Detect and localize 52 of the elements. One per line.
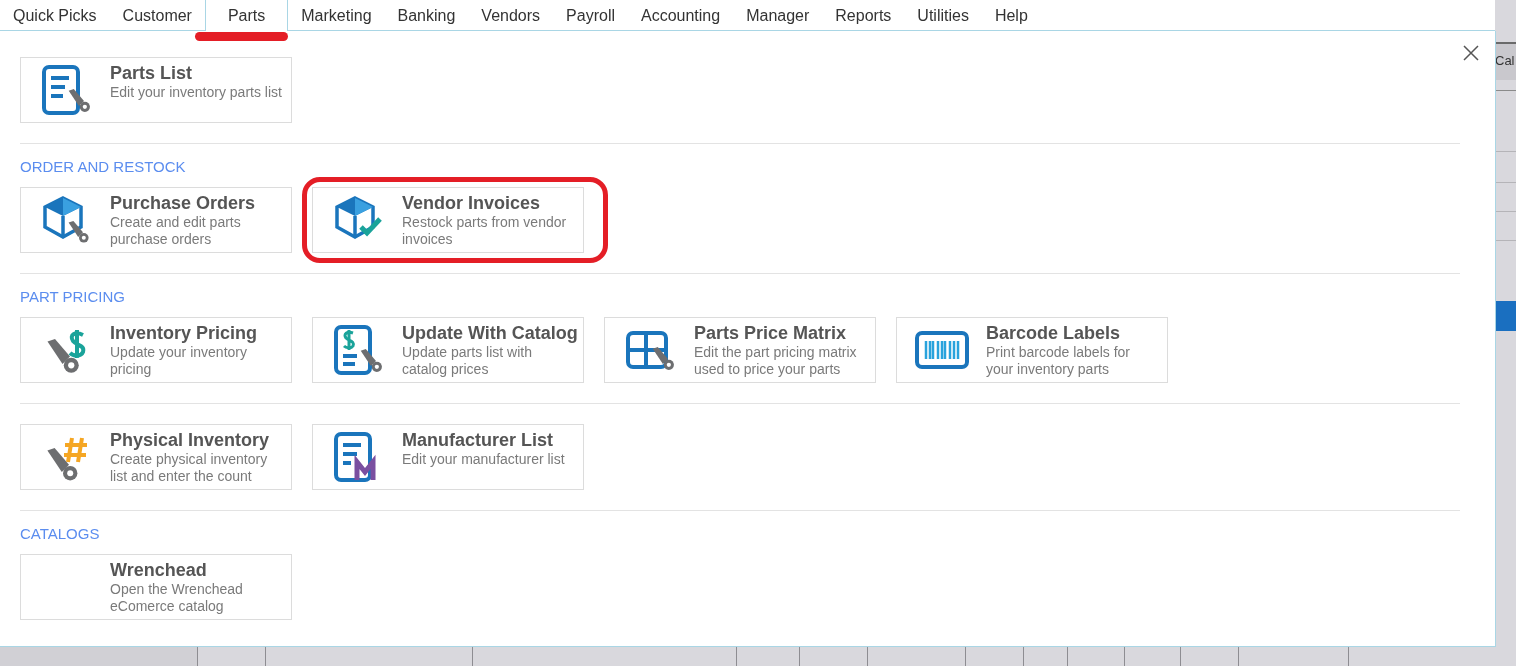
menu-card[interactable]: Parts List Edit your inventory parts list [20, 57, 292, 123]
card-description: Create physical inventory list and enter the count [110, 451, 269, 485]
document-list-icon [40, 65, 91, 115]
menu-card[interactable]: Update With Catalog Update parts list with catalog prices [312, 317, 584, 383]
close-icon[interactable] [1463, 45, 1479, 61]
box-icon [40, 195, 91, 245]
column-header: Cal [1495, 42, 1516, 80]
section-heading: CATALOGS [20, 525, 101, 543]
menu-tab[interactable]: Manager [733, 0, 823, 31]
menu-card[interactable]: Inventory Pricing Update your inventory pricing [20, 317, 292, 383]
document-dollar-icon [332, 325, 383, 375]
selected-row [1495, 301, 1516, 331]
menu-card[interactable]: Parts Price Matrix Edit the part pricing matrix used to price your parts [604, 317, 876, 383]
menu-tab[interactable]: Accounting [628, 0, 734, 31]
card-title: Parts Price Matrix [694, 322, 848, 344]
menu-card[interactable]: Manufacturer List Edit your manufacturer list [312, 424, 584, 490]
card-description: Restock parts from vendor invoices [402, 214, 568, 248]
menu-tab[interactable]: Vendors [468, 0, 554, 31]
card-title: Vendor Invoices [402, 192, 542, 214]
card-description: Open the Wrenchead eComerce catalog [110, 581, 244, 615]
card-description: Update your inventory pricing [110, 344, 248, 378]
menu-tab[interactable]: Reports [822, 0, 905, 31]
card-title: Barcode Labels [986, 322, 1122, 344]
card-description: Print barcode labels for your inventory parts [986, 344, 1131, 378]
menu-tab[interactable]: Utilities [904, 0, 982, 31]
card-description: Edit the part pricing matrix used to price your parts [694, 344, 858, 378]
menu-card[interactable]: Vendor Invoices Restock parts from vendor invoices [312, 187, 584, 253]
menu-tab[interactable]: Customer [109, 0, 205, 31]
card-description: Update parts list with catalog prices [402, 344, 533, 378]
menu-card[interactable]: Purchase Orders Create and edit parts purchase orders [20, 187, 292, 253]
card-description: Edit your inventory parts list [110, 84, 283, 101]
menu-tab[interactable]: Banking [384, 0, 469, 31]
card-title: Parts List [110, 62, 194, 84]
section-heading: ORDER AND RESTOCK [20, 158, 187, 176]
menu-tab[interactable]: Quick Picks [0, 0, 110, 31]
menu-card[interactable]: Physical Inventory Create physical inventory list and enter the count [20, 424, 292, 490]
menu-tab[interactable]: Payroll [553, 0, 628, 31]
menu-tab[interactable]: Marketing [288, 0, 385, 31]
card-title: Manufacturer List [402, 429, 555, 451]
card-title: Physical Inventory [110, 429, 271, 451]
barcode-icon [913, 330, 970, 370]
card-description: Edit your manufacturer list [402, 451, 566, 468]
card-title: Update With Catalog [402, 322, 578, 344]
menu-tab[interactable]: Parts [204, 0, 289, 32]
card-title: Inventory Pricing [110, 322, 259, 344]
card-description: Create and edit parts purchase orders [110, 214, 242, 248]
menu-card[interactable]: Barcode Labels Print barcode labels for your inventory parts [896, 317, 1168, 383]
card-title: Wrenchead [110, 559, 208, 581]
menu-tab[interactable]: Help [981, 0, 1041, 31]
card-title: Purchase Orders [110, 192, 257, 214]
section-heading: PART PRICING [20, 288, 127, 306]
menu-card[interactable]: Wrenchead Open the Wrenchead eComerce catalog [20, 554, 292, 620]
